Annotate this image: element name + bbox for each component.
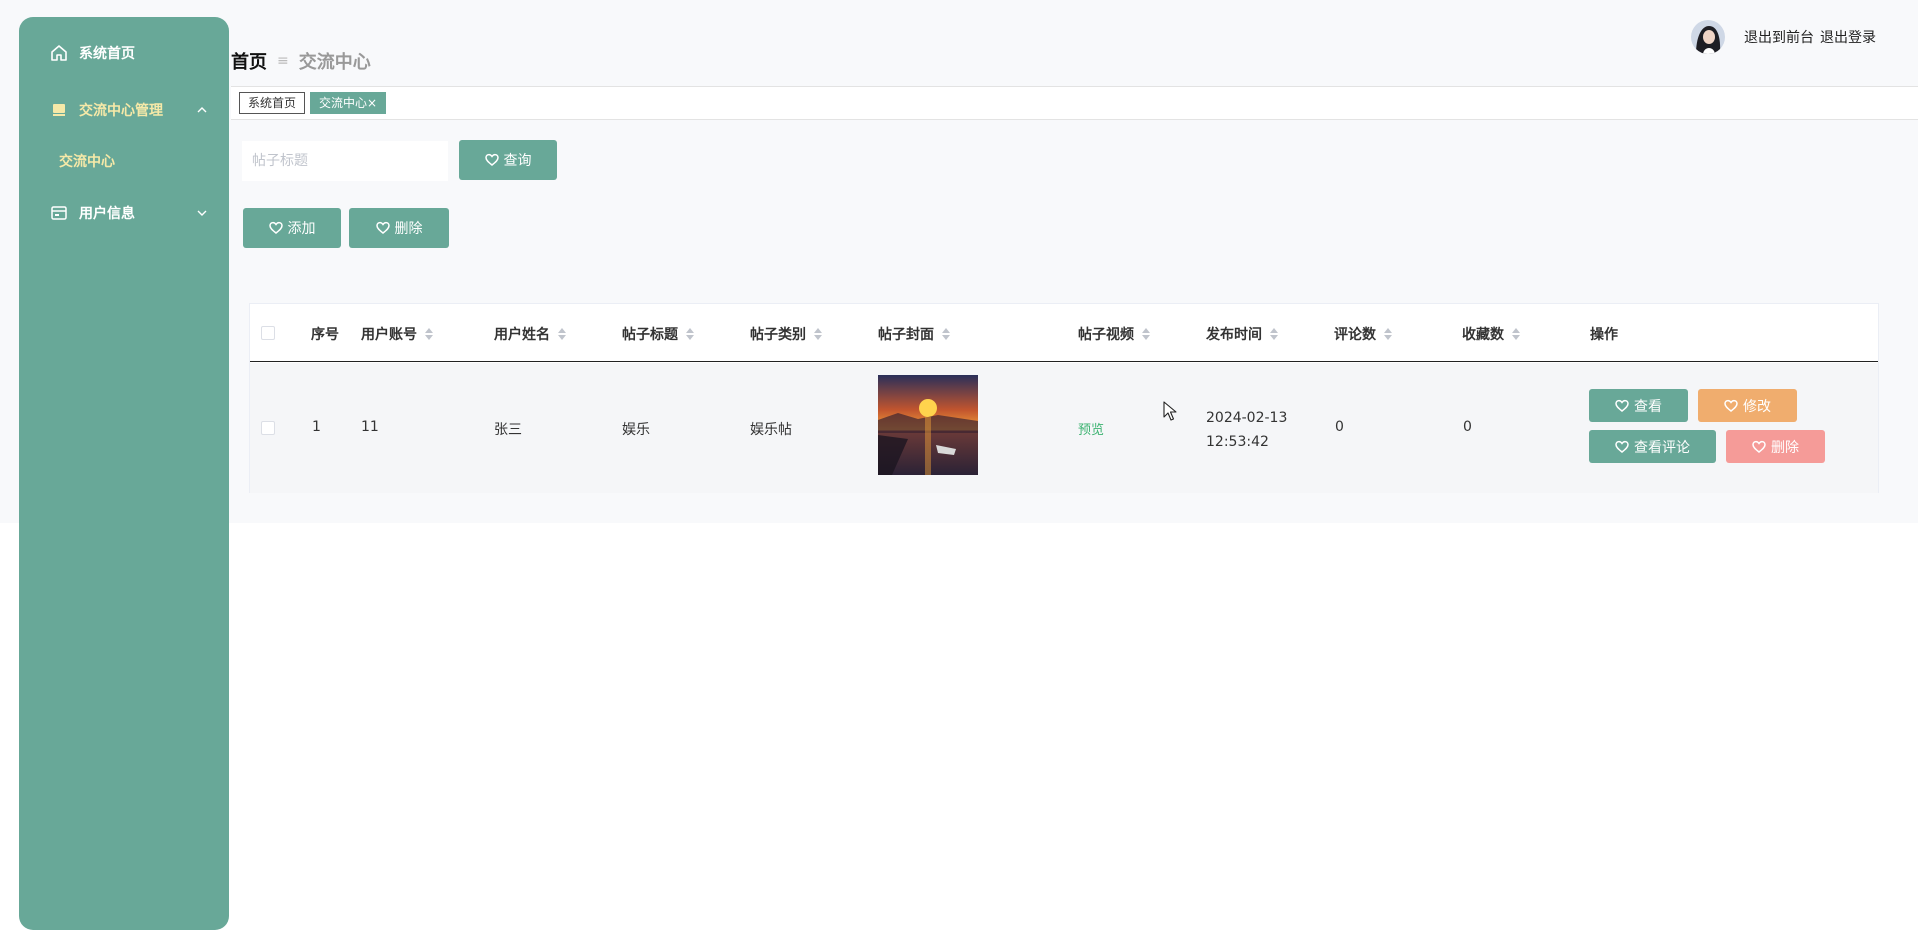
view-button-label: 查看 [1634,398,1662,415]
chevron-up-icon [197,107,207,113]
delete-button[interactable]: 删除 [349,208,449,248]
cell-favorites: 0 [1463,419,1472,435]
sidebar-item-home[interactable]: 系统首页 [19,35,229,71]
col-title[interactable]: 帖子标题 [622,324,695,344]
row-delete-button[interactable]: 删除 [1726,430,1825,463]
breadcrumb: 首页 ≡ 交流中心 [231,48,371,74]
col-comments[interactable]: 评论数 [1334,324,1393,344]
home-icon [49,43,69,63]
col-operations: 操作 [1590,327,1618,343]
sort-icon[interactable] [1269,328,1279,340]
cover-image[interactable] [878,375,978,475]
col-index: 序号 [311,327,339,343]
cell-video: 预览 [1078,419,1104,438]
add-button-label: 添加 [287,221,316,237]
heart-icon [268,221,283,234]
cell-time: 2024-02-13 12:53:42 [1206,410,1288,450]
heart-icon [1724,399,1738,412]
heart-icon [1752,440,1766,453]
col-time[interactable]: 发布时间 [1206,324,1279,344]
tab-exchange-center[interactable]: 交流中心× [310,92,387,114]
view-button[interactable]: 查看 [1589,389,1688,422]
breadcrumb-current: 交流中心 [298,52,371,73]
sort-icon[interactable] [685,328,695,340]
logout-link[interactable]: 退出登录 [1820,27,1876,47]
search-button-label: 查询 [503,153,532,169]
card-icon [49,203,69,223]
sidebar-item-label: 系统首页 [79,46,135,62]
heart-icon [1615,399,1629,412]
sidebar-item-label: 交流中心管理 [79,103,163,119]
col-name[interactable]: 用户姓名 [494,324,567,344]
edit-button[interactable]: 修改 [1698,389,1797,422]
row-delete-button-label: 删除 [1771,439,1799,456]
col-category[interactable]: 帖子类别 [750,324,823,344]
sidebar-subitem-exchange-center[interactable]: 交流中心 [19,144,229,178]
col-cover[interactable]: 帖子封面 [878,324,951,344]
video-preview-link[interactable]: 预览 [1078,423,1104,438]
search-input[interactable] [242,141,448,181]
view-comments-button[interactable]: 查看评论 [1589,430,1716,463]
cell-comments: 0 [1335,419,1344,435]
cell-account: 11 [361,419,379,435]
edit-button-label: 修改 [1743,398,1771,415]
sort-icon[interactable] [941,328,951,340]
heart-icon [1615,440,1629,453]
avatar[interactable] [1691,20,1725,54]
close-icon[interactable]: × [367,96,377,110]
table-row: 1 11 张三 娱乐 娱乐帖 预览 2024-02-13 12:53:42 0 … [250,363,1878,493]
user-area: 退出到前台 退出登录 [1691,20,1876,54]
add-button[interactable]: 添加 [243,208,341,248]
cell-index: 1 [312,419,321,435]
sidebar: 系统首页 交流中心管理 交流中心 用户信息 [19,17,229,930]
sidebar-item-user-info[interactable]: 用户信息 [19,195,229,231]
tabs-bar: 系统首页 交流中心× [231,86,1918,120]
chevron-down-icon [197,210,207,216]
sort-icon[interactable] [1511,328,1521,340]
col-favorites[interactable]: 收藏数 [1462,324,1521,344]
col-video[interactable]: 帖子视频 [1078,324,1151,344]
tab-home[interactable]: 系统首页 [239,92,306,114]
back-to-front-link[interactable]: 退出到前台 [1744,27,1814,47]
posts-table: 序号 用户账号 用户姓名 帖子标题 帖子类别 帖子封面 帖子视频 发布时间 评论… [249,303,1879,493]
book-icon [49,100,69,120]
select-all-checkbox[interactable] [261,326,275,340]
sort-icon[interactable] [424,328,434,340]
heart-icon [484,153,499,166]
breadcrumb-home[interactable]: 首页 [231,48,267,74]
tab-label: 交流中心 [319,96,368,110]
sort-icon[interactable] [1141,328,1151,340]
cell-category: 娱乐帖 [750,422,792,438]
delete-button-label: 删除 [394,221,423,237]
sort-icon[interactable] [813,328,823,340]
sidebar-item-exchange-management[interactable]: 交流中心管理 [19,92,229,128]
col-account[interactable]: 用户账号 [361,324,434,344]
cell-title: 娱乐 [622,422,650,438]
table-header: 序号 用户账号 用户姓名 帖子标题 帖子类别 帖子封面 帖子视频 发布时间 评论… [250,304,1878,362]
view-comments-button-label: 查看评论 [1634,439,1690,456]
mouse-cursor-icon [1163,401,1177,421]
row-checkbox[interactable] [261,421,275,435]
sidebar-item-label: 用户信息 [79,206,135,222]
sort-icon[interactable] [1383,328,1393,340]
heart-icon [375,221,390,234]
sort-icon[interactable] [557,328,567,340]
cell-name: 张三 [494,422,522,438]
search-button[interactable]: 查询 [459,140,557,180]
breadcrumb-separator: ≡ [277,53,289,69]
